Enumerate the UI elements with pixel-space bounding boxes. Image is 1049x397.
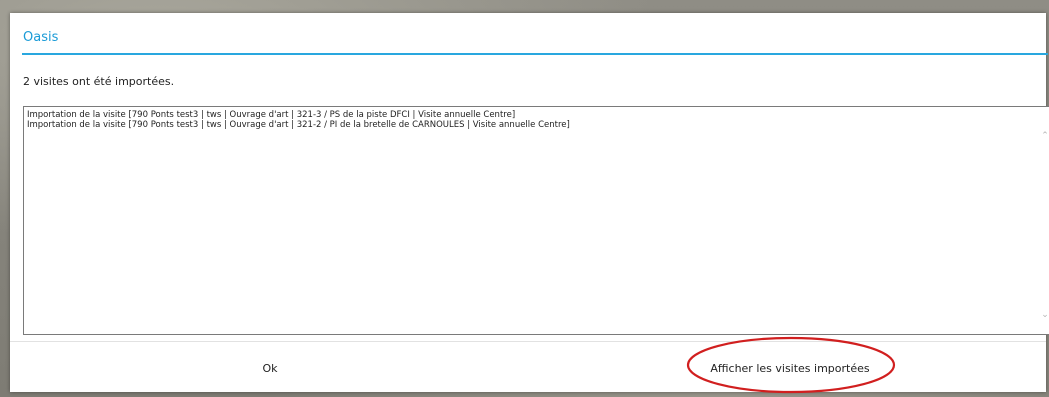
- import-result-dialog: Oasis 2 visites ont été importées. Impor…: [10, 13, 1049, 394]
- dialog-title: Oasis: [23, 30, 59, 45]
- import-log-lines: Importation de la visite [790 Ponts test…: [27, 110, 1032, 130]
- chevron-up-icon[interactable]: ⌃: [1040, 131, 1049, 141]
- import-summary-message: 2 visites ont été importées.: [23, 75, 175, 88]
- log-line: Importation de la visite [790 Ponts test…: [27, 110, 516, 120]
- ok-button[interactable]: Ok: [180, 351, 360, 385]
- log-line: Importation de la visite [790 Ponts test…: [27, 120, 570, 130]
- dialog-header: Oasis: [10, 13, 1048, 57]
- show-imported-visits-button[interactable]: Afficher les visites importées: [665, 351, 915, 385]
- footer-divider: [10, 341, 1046, 342]
- header-divider: [22, 53, 1048, 55]
- chevron-down-icon[interactable]: ⌄: [1040, 310, 1049, 320]
- import-log-textarea[interactable]: Importation de la visite [790 Ponts test…: [23, 106, 1049, 335]
